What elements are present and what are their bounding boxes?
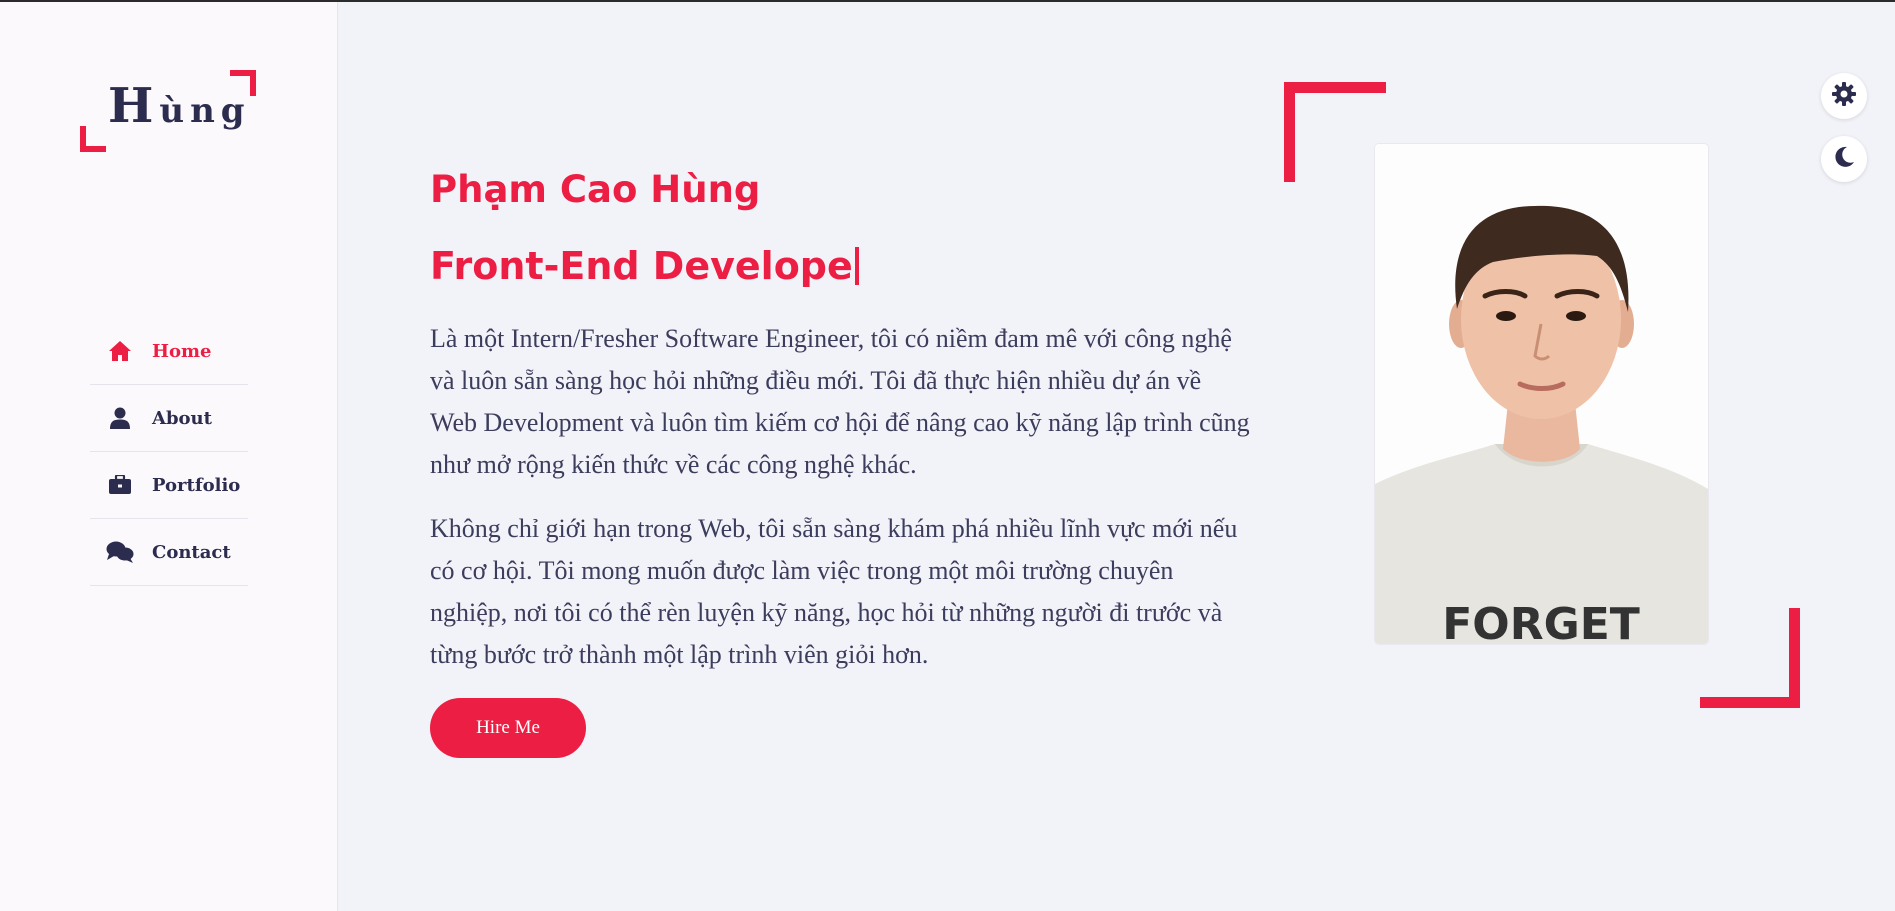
- main-nav: Home About Portfolio Contact: [90, 318, 248, 586]
- gear-icon: [1831, 81, 1857, 111]
- photo-corner-top-left: [1284, 82, 1386, 182]
- chat-icon: [106, 540, 134, 564]
- logo-text: Hùng: [108, 78, 251, 134]
- photo-corner-bottom-right: [1700, 608, 1800, 708]
- nav-item-contact[interactable]: Contact: [90, 519, 248, 586]
- nav-item-label: Home: [152, 340, 212, 362]
- theme-toggle-button[interactable]: [1821, 136, 1867, 182]
- nav-item-label: Contact: [152, 541, 231, 563]
- sidebar: Hùng Home About Portfolio Contact: [0, 2, 338, 911]
- moon-icon: [1832, 145, 1856, 173]
- briefcase-icon: [106, 473, 134, 497]
- typing-cursor: [854, 247, 859, 285]
- nav-item-label: About: [152, 407, 212, 429]
- nav-item-portfolio[interactable]: Portfolio: [90, 452, 248, 519]
- logo-corner-bottom-left: [80, 126, 106, 152]
- nav-item-label: Portfolio: [152, 474, 241, 496]
- intro-paragraph: Là một Intern/Fresher Software Engineer,…: [430, 324, 1250, 479]
- shirt-text: FORGET: [1442, 599, 1640, 644]
- logo-rest: ùng: [159, 91, 251, 131]
- user-icon: [106, 406, 134, 430]
- logo[interactable]: Hùng: [80, 70, 256, 152]
- nav-item-home[interactable]: Home: [90, 318, 248, 385]
- goal-paragraph: Không chỉ giới hạn trong Web, tôi sẵn sà…: [430, 514, 1238, 669]
- home-icon: [106, 339, 134, 363]
- nav-item-about[interactable]: About: [90, 385, 248, 452]
- hero-role: Front-End Develope: [430, 244, 859, 288]
- settings-button[interactable]: [1821, 73, 1867, 119]
- hire-me-button[interactable]: Hire Me: [430, 698, 586, 758]
- portrait-illustration: FORGET: [1375, 144, 1708, 644]
- hero-role-text: Front-End Develope: [430, 244, 853, 288]
- profile-photo: FORGET: [1375, 144, 1708, 644]
- logo-first-letter: H: [108, 78, 160, 134]
- hero-name: Phạm Cao Hùng: [430, 168, 761, 211]
